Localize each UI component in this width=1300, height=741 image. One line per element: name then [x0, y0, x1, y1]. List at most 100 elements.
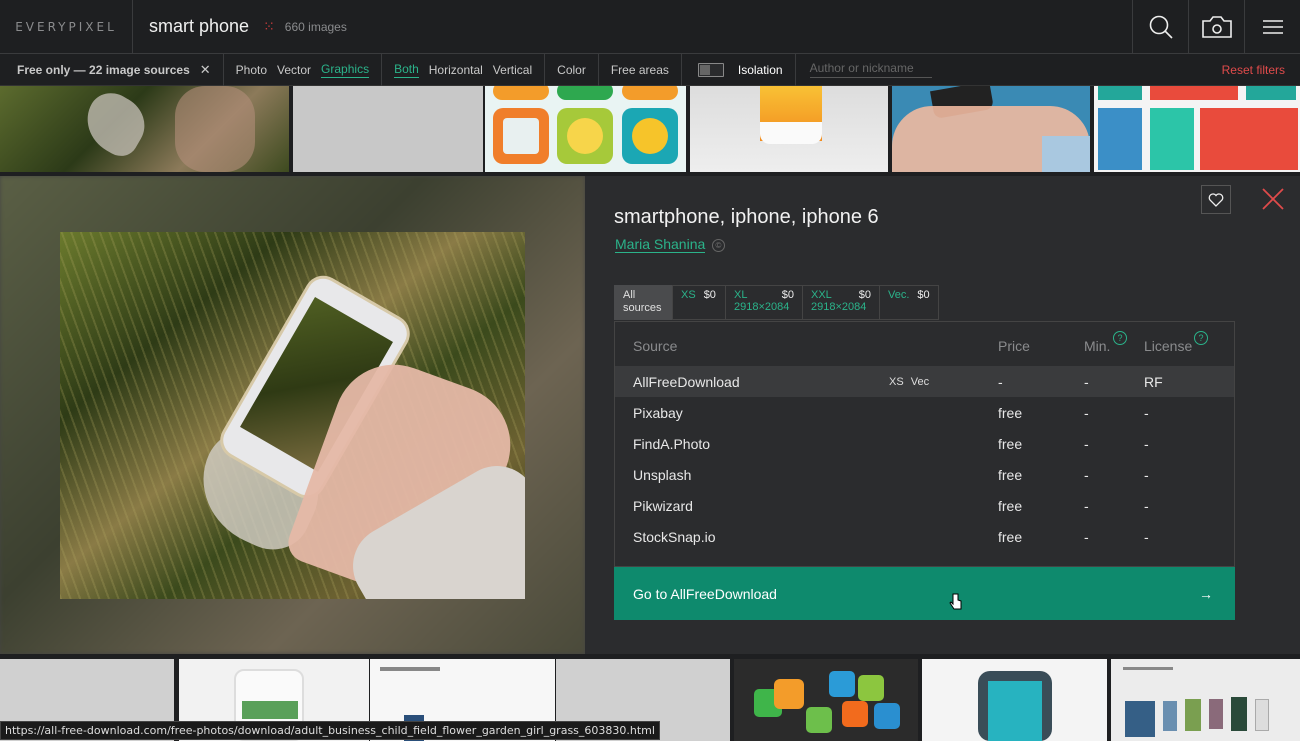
table-row[interactable]: FindA.Photo free - - [615, 428, 1234, 459]
thumbnail[interactable] [485, 86, 686, 172]
search-icon [1149, 15, 1173, 39]
thumbnail[interactable] [1111, 659, 1300, 741]
copyright-icon: © [712, 239, 725, 252]
tab-dimensions: 2918×2084 [811, 301, 867, 313]
tab-price: $0 [858, 289, 871, 301]
row-price: - [998, 373, 1003, 390]
preview-area [0, 176, 585, 654]
row-source: FindA.Photo [633, 435, 711, 452]
filter-bar: Free only — 22 image sources ✕ Photo Vec… [0, 53, 1300, 86]
col-min: Min.? [1084, 330, 1127, 354]
search-button[interactable] [1132, 0, 1188, 54]
free-only-filter[interactable]: Free only — 22 image sources [17, 63, 190, 77]
preview-image[interactable] [60, 232, 525, 599]
table-row[interactable]: Pixabay free - - [615, 397, 1234, 428]
heart-icon [1208, 192, 1224, 207]
favorite-button[interactable] [1201, 185, 1231, 214]
sources-table: Source Price Min.? License? AllFreeDownl… [614, 321, 1235, 567]
tab-label: Vec. [888, 289, 910, 301]
tab-xs[interactable]: XS $0 [672, 285, 725, 320]
tab-label: XXL [811, 289, 832, 301]
row-tags: XS Vec [889, 375, 930, 388]
thumbnail-strip-top [0, 86, 1300, 172]
tab-label: All sources [623, 289, 662, 314]
clear-search-icon[interactable]: ⁙ [263, 18, 275, 35]
row-min: - [1084, 528, 1089, 545]
filter-color[interactable]: Color [557, 63, 586, 77]
thumbnail[interactable] [922, 659, 1107, 741]
table-row[interactable]: AllFreeDownload XS Vec - - RF [615, 366, 1234, 397]
table-row[interactable]: StockSnap.io free - - [615, 521, 1234, 552]
close-button[interactable] [1260, 186, 1286, 212]
filter-both[interactable]: Both [394, 62, 419, 78]
col-license: License? [1144, 330, 1208, 354]
filter-horizontal[interactable]: Horizontal [429, 63, 483, 77]
tab-xxl[interactable]: XXL $0 2918×2084 [802, 285, 879, 320]
tab-label: XL [734, 289, 748, 301]
tab-all-sources[interactable]: All sources [614, 285, 672, 320]
thumbnail[interactable] [0, 86, 289, 172]
isolation-toggle[interactable] [697, 62, 724, 77]
logo[interactable]: EVERYPIXEL [0, 0, 133, 54]
help-icon[interactable]: ? [1194, 330, 1208, 345]
tab-price: $0 [917, 289, 930, 301]
author-link[interactable]: Maria Shanina [615, 236, 706, 253]
row-price: free [998, 466, 1023, 483]
row-price: free [998, 404, 1023, 421]
remove-filter-icon[interactable]: ✕ [200, 62, 211, 78]
goto-label: Go to AllFreeDownload [633, 585, 777, 602]
filter-free-areas[interactable]: Free areas [611, 63, 669, 77]
filter-photo[interactable]: Photo [236, 63, 267, 77]
isolation-label: Isolation [737, 62, 783, 77]
row-license: - [1144, 466, 1149, 483]
row-source: Pikwizard [633, 497, 693, 514]
col-license-label: License [1144, 337, 1193, 354]
tab-label: XS [681, 289, 696, 301]
tab-xl[interactable]: XL $0 2918×2084 [725, 285, 802, 320]
search-query[interactable]: smart phone [149, 16, 249, 37]
row-license: - [1144, 497, 1149, 514]
row-license: - [1144, 404, 1149, 421]
tab-vec[interactable]: Vec. $0 [879, 285, 939, 320]
hand-cursor-icon [949, 593, 962, 610]
row-min: - [1084, 466, 1089, 483]
row-min: - [1084, 373, 1089, 390]
thumbnail[interactable] [293, 86, 483, 172]
author-input[interactable]: Author or nickname [809, 61, 932, 78]
help-icon[interactable]: ? [1113, 330, 1127, 345]
row-license: RF [1144, 373, 1163, 390]
image-detail: smartphone, iphone, iphone 6 Maria Shani… [0, 176, 1300, 654]
thumbnail[interactable] [690, 86, 888, 172]
table-header: Source Price Min.? License? [615, 330, 1234, 361]
row-license: - [1144, 528, 1149, 545]
row-source: Pixabay [633, 404, 683, 421]
thumbnail[interactable] [734, 659, 918, 741]
tab-dimensions: 2918×2084 [734, 301, 790, 313]
filter-vector[interactable]: Vector [277, 63, 311, 77]
filter-vertical[interactable]: Vertical [493, 63, 532, 77]
row-license: - [1144, 435, 1149, 452]
size-tabs: All sources XS $0 XL $0 2918×2084 XXL $0 2918… [614, 285, 939, 320]
menu-button[interactable] [1244, 0, 1300, 54]
row-price: free [998, 435, 1023, 452]
row-price: free [998, 497, 1023, 514]
close-icon [1262, 188, 1284, 210]
row-source: AllFreeDownload [633, 373, 740, 390]
reset-filters-link[interactable]: Reset filters [1222, 63, 1285, 77]
result-count: 660 images [284, 19, 347, 34]
table-row[interactable]: Unsplash free - - [615, 459, 1234, 490]
thumbnail[interactable] [1094, 86, 1300, 172]
col-source: Source [633, 337, 678, 354]
tab-price: $0 [703, 289, 716, 301]
col-price: Price [998, 337, 1030, 354]
table-row[interactable]: Pikwizard free - - [615, 490, 1234, 521]
top-bar: EVERYPIXEL smart phone ⁙ 660 images [0, 0, 1300, 54]
goto-source-button[interactable]: Go to AllFreeDownload → [614, 567, 1235, 620]
thumbnail[interactable] [892, 86, 1090, 172]
camera-search-button[interactable] [1188, 0, 1244, 54]
tab-price: $0 [781, 289, 794, 301]
filter-graphics[interactable]: Graphics [321, 62, 370, 78]
row-min: - [1084, 404, 1089, 421]
arrow-right-icon: → [1199, 585, 1213, 602]
status-url: https://all-free-download.com/free-photo… [0, 721, 660, 740]
